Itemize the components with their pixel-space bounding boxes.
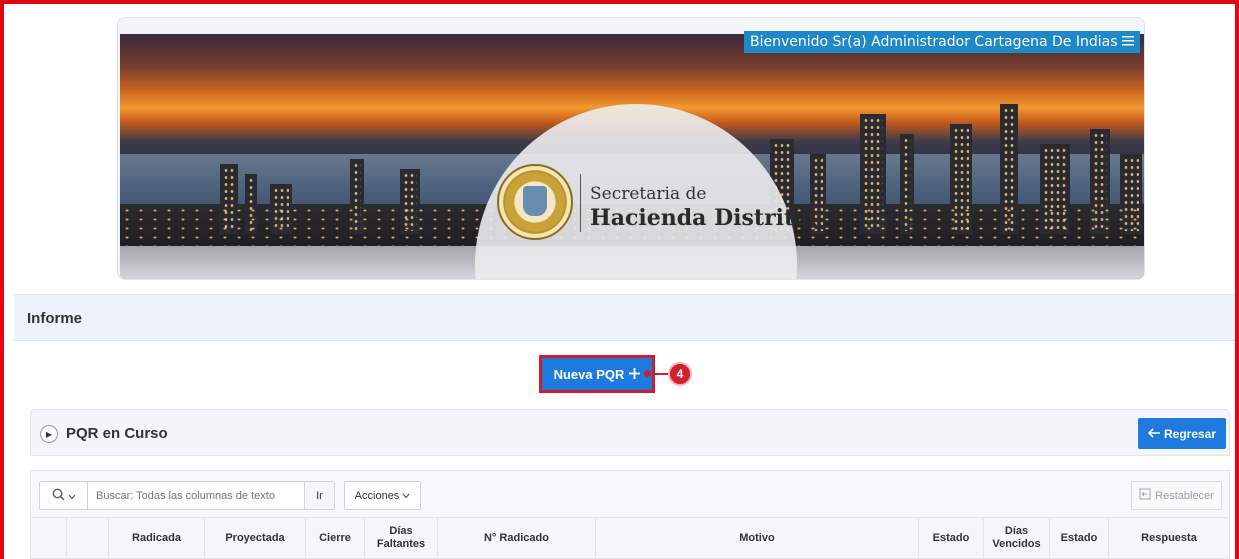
collapse-toggle-icon[interactable]: ▶	[40, 425, 58, 443]
report-toolbar: Ir Acciones Restablecer	[30, 470, 1230, 517]
search-input[interactable]	[88, 482, 304, 509]
column-header-actions	[67, 518, 109, 558]
column-header-estado-2[interactable]: Estado	[1050, 518, 1109, 558]
column-header-respuesta[interactable]: Respuesta	[1109, 518, 1229, 558]
regresar-label: Regresar	[1163, 426, 1217, 441]
header-banner-image: Secretaria de Hacienda Distrital	[120, 34, 1144, 279]
logo-line-2: Hacienda Distrital	[590, 205, 817, 231]
search-control: Ir	[39, 481, 335, 510]
column-header-n-radicado[interactable]: N° Radicado	[438, 518, 596, 558]
acciones-menu-button[interactable]: Acciones	[344, 481, 421, 510]
chevron-down-icon	[402, 490, 410, 502]
nueva-pqr-label: Nueva PQR	[553, 366, 625, 382]
hamburger-icon	[1121, 34, 1134, 50]
column-header-proyectada[interactable]: Proyectada	[205, 518, 306, 558]
informe-region-header: Informe	[14, 294, 1239, 341]
report-column-headers: Radicada Proyectada Cierre Días Faltante…	[30, 517, 1230, 559]
column-header-motivo[interactable]: Motivo	[596, 518, 919, 558]
pqr-region-title: PQR en Curso	[66, 425, 168, 442]
welcome-text: Bienvenido Sr(a) Administrador Cartagena…	[750, 34, 1118, 50]
restablecer-button[interactable]: Restablecer	[1131, 481, 1222, 510]
chevron-down-icon	[68, 489, 76, 503]
go-button[interactable]: Ir	[304, 482, 334, 509]
arrow-left-icon	[1147, 427, 1160, 441]
acciones-label: Acciones	[354, 489, 400, 502]
column-header-select	[31, 518, 67, 558]
callout-badge: 4	[668, 362, 692, 386]
city-seal-icon	[497, 164, 573, 240]
logo-line-1: Secretaria de	[590, 184, 707, 204]
column-header-dias-vencidos[interactable]: Días Vencidos	[984, 518, 1050, 558]
column-header-cierre[interactable]: Cierre	[306, 518, 365, 558]
column-header-estado[interactable]: Estado	[919, 518, 984, 558]
regresar-button[interactable]: Regresar	[1138, 418, 1226, 449]
search-icon	[52, 488, 65, 504]
plus-icon	[629, 367, 641, 382]
column-header-radicada[interactable]: Radicada	[109, 518, 205, 558]
search-column-selector[interactable]	[40, 482, 88, 509]
restablecer-label: Restablecer	[1155, 489, 1214, 502]
reset-icon	[1139, 488, 1151, 503]
pqr-region-header: ▶ PQR en Curso Regresar	[30, 409, 1230, 456]
informe-title: Informe	[27, 310, 83, 327]
column-header-dias-faltantes[interactable]: Días Faltantes	[365, 518, 438, 558]
user-menu-button[interactable]: Bienvenido Sr(a) Administrador Cartagena…	[744, 31, 1140, 53]
callout-line	[655, 373, 668, 375]
header-banner-container: Secretaria de Hacienda Distrital	[117, 17, 1145, 280]
nueva-pqr-button[interactable]: Nueva PQR	[539, 355, 655, 393]
callout-dot	[644, 370, 651, 377]
